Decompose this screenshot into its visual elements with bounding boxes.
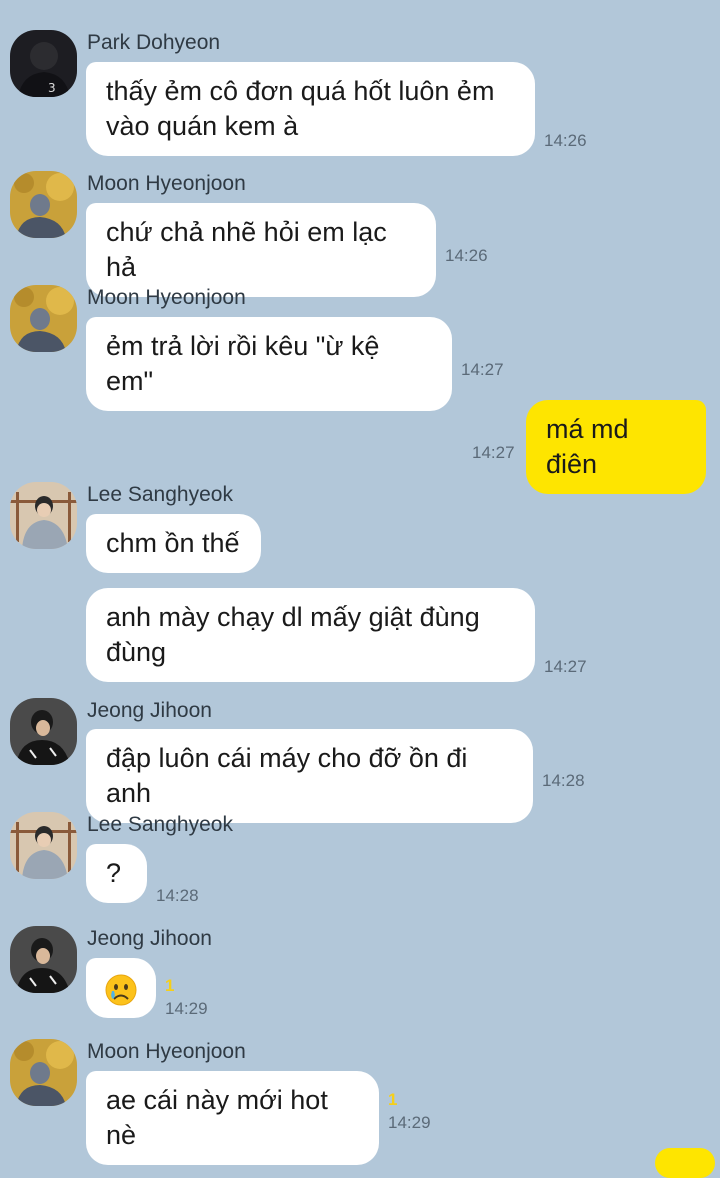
sender-name: Moon Hyeonjoon (87, 286, 246, 309)
message-line: ? (106, 858, 122, 888)
avatar-moon-hyeonjoon[interactable] (10, 171, 77, 238)
svg-text:3: 3 (48, 81, 56, 95)
sender-name: Jeong Jihoon (87, 699, 212, 722)
message-line: thấy ẻm cô đơn quá hốt luôn ẻm (106, 76, 495, 106)
avatar-image (10, 812, 77, 879)
avatar-lee-sanghyeok[interactable] (10, 482, 77, 549)
sender-name: Jeong Jihoon (87, 927, 212, 950)
message-bubble[interactable]: anh mày chạy dl mấy giật đùng đùng (86, 588, 535, 682)
avatar-image (10, 926, 77, 993)
message-line: chm ồn thế (106, 528, 240, 558)
sender-name: Park Dohyeon (87, 31, 221, 54)
message-time: 14:27 (472, 443, 515, 462)
message-line: má md điên (546, 414, 629, 479)
avatar-jeong-jihoon[interactable] (10, 698, 77, 765)
message-bubble[interactable]: thấy ẻm cô đơn quá hốt luôn ẻm vào quán … (86, 62, 535, 156)
message-time: 14:29 (388, 1113, 431, 1132)
chat-area[interactable]: 3 Park Dohyeon thấy ẻm cô đơn quá hốt lu… (0, 0, 720, 1178)
message-time: 14:27 (544, 657, 587, 676)
avatar-moon-hyeonjoon[interactable] (10, 1039, 77, 1106)
avatar-image: 3 (10, 30, 77, 97)
sender-name: Lee Sanghyeok (87, 813, 233, 836)
avatar-image (10, 482, 77, 549)
message-line: ae cái này mới hot nè (106, 1085, 328, 1150)
worried-face-icon (105, 974, 137, 1006)
message-time: 14:29 (165, 999, 208, 1018)
message-bubble[interactable]: đập luôn cái máy cho đỡ ồn đi anh (86, 729, 533, 823)
message-line: vào quán kem à (106, 111, 299, 141)
avatar-jeong-jihoon[interactable] (10, 926, 77, 993)
message-time: 14:28 (156, 886, 199, 905)
message-line: đùng (106, 637, 167, 667)
message-line: anh mày chạy dl mấy giật đùng (106, 602, 480, 632)
message-time: 14:28 (542, 771, 585, 790)
message-bubble[interactable]: chm ồn thế (86, 514, 261, 573)
message-time: 14:26 (445, 246, 488, 265)
avatar-image (10, 1039, 77, 1106)
avatar-image (10, 285, 77, 352)
my-message-bubble[interactable]: má md điên (526, 400, 706, 494)
avatar-image (10, 698, 77, 765)
message-bubble[interactable]: ? (86, 844, 147, 903)
message-bubble[interactable]: ẻm trả lời rồi kêu "ừ kệ em" (86, 317, 452, 411)
avatar-moon-hyeonjoon[interactable] (10, 285, 77, 352)
message-line: đập luôn cái máy cho đỡ ồn đi anh (106, 743, 468, 808)
avatar-lee-sanghyeok[interactable] (10, 812, 77, 879)
avatar-image (10, 171, 77, 238)
my-message-bubble-partial[interactable] (655, 1148, 715, 1178)
message-line: ẻm trả lời rồi kêu "ừ kệ em" (106, 331, 380, 396)
avatar-park-dohyeon[interactable]: 3 (10, 30, 77, 97)
message-bubble[interactable]: ae cái này mới hot nè (86, 1071, 379, 1165)
unread-count: 1 (388, 1090, 398, 1109)
unread-count: 1 (165, 976, 175, 995)
message-time: 14:27 (461, 360, 504, 379)
message-line: chứ chả nhẽ hỏi em lạc hả (106, 217, 387, 282)
message-bubble[interactable] (86, 958, 156, 1018)
sender-name: Moon Hyeonjoon (87, 172, 246, 195)
message-time: 14:26 (544, 131, 587, 150)
sender-name: Lee Sanghyeok (87, 483, 233, 506)
message-bubble[interactable]: chứ chả nhẽ hỏi em lạc hả (86, 203, 436, 297)
sender-name: Moon Hyeonjoon (87, 1040, 246, 1063)
